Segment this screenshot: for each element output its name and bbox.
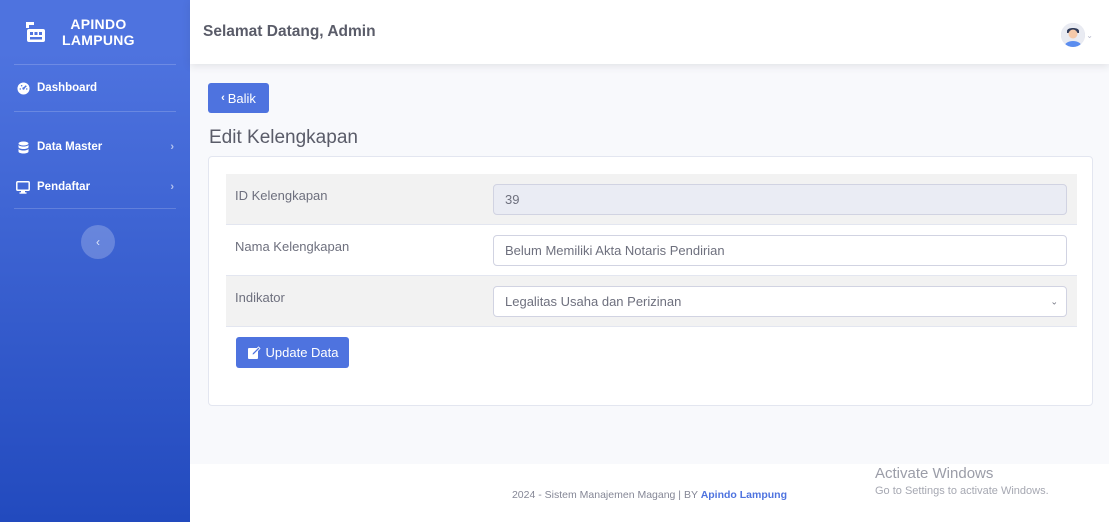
nama-label: Nama Kelengkapan [235, 239, 350, 254]
sidebar-item-dashboard[interactable]: Dashboard [0, 65, 190, 111]
chevron-left-icon: ‹ [221, 92, 225, 104]
sidebar-item-label: Pendaftar [37, 181, 91, 193]
update-button[interactable]: Update Data [236, 337, 349, 368]
sidebar-toggle-button[interactable]: ‹ [81, 225, 115, 259]
chevron-right-icon: › [170, 141, 174, 153]
chevron-right-icon: › [170, 181, 174, 193]
indikator-cell: Legalitas Usaha dan Perizinan ⌄ [493, 276, 1077, 326]
tachometer-icon [16, 81, 30, 95]
form-row-id: ID Kelengkapan 39 [226, 174, 1077, 225]
welcome-text: Selamat Datang, Admin [203, 23, 376, 40]
footer-brand-link[interactable]: Apindo Lampung [701, 489, 787, 501]
user-menu[interactable]: ⌄ [1061, 23, 1093, 47]
sidebar-item-label: Dashboard [37, 82, 98, 94]
nama-field[interactable]: Belum Memiliki Akta Notaris Pendirian [493, 235, 1067, 266]
chevron-down-icon: ⌄ [1050, 296, 1058, 306]
avatar [1061, 23, 1086, 47]
indikator-label: Indikator [235, 290, 285, 305]
back-button[interactable]: ‹ Balik [208, 83, 269, 113]
form-row-indikator: Indikator Legalitas Usaha dan Perizinan … [226, 276, 1077, 327]
windows-activation-watermark: Activate Windows Go to Settings to activ… [875, 465, 1049, 497]
indikator-value: Legalitas Usaha dan Perizinan [505, 294, 682, 309]
footer-copyright: 2024 - Sistem Manajemen Magang | BY [511, 489, 701, 501]
nama-value: Belum Memiliki Akta Notaris Pendirian [505, 243, 725, 258]
brand[interactable]: APINDO LAMPUNG [0, 0, 190, 64]
brand-line-2: LAMPUNG [62, 32, 135, 48]
brand-name: APINDO LAMPUNG [62, 16, 135, 48]
sidebar-item-label: Data Master [37, 141, 103, 153]
brand-line-1: APINDO [70, 16, 127, 32]
id-value: 39 [505, 192, 520, 207]
topbar: Selamat Datang, Admin ⌄ [190, 0, 1109, 64]
watermark-title: Activate Windows [875, 465, 994, 482]
indikator-select[interactable]: Legalitas Usaha dan Perizinan ⌄ [493, 286, 1067, 317]
id-label: ID Kelengkapan [235, 188, 328, 203]
desktop-icon [16, 180, 30, 194]
page-title: Edit Kelengkapan [209, 127, 358, 148]
form-row-nama: Nama Kelengkapan Belum Memiliki Akta Not… [226, 225, 1077, 276]
form-table: ID Kelengkapan 39 Nama Kelengkapan Belum… [226, 174, 1077, 327]
nama-cell: Belum Memiliki Akta Notaris Pendirian [493, 225, 1077, 275]
sidebar: APINDO LAMPUNG Dashboard Data Master › P… [0, 0, 190, 522]
id-field: 39 [493, 184, 1067, 215]
watermark-subtitle: Go to Settings to activate Windows. [875, 485, 1049, 497]
edit-icon [247, 345, 261, 359]
id-cell: 39 [493, 174, 1077, 224]
sidebar-item-pendaftar[interactable]: Pendaftar › [0, 164, 190, 210]
database-icon [16, 140, 30, 154]
back-label: Balik [227, 90, 256, 106]
form-card: ID Kelengkapan 39 Nama Kelengkapan Belum… [208, 156, 1093, 406]
chevron-left-icon: ‹ [96, 235, 100, 249]
keyboard-icon [26, 22, 45, 42]
update-label: Update Data [265, 345, 339, 360]
chevron-down-icon: ⌄ [1086, 30, 1093, 40]
